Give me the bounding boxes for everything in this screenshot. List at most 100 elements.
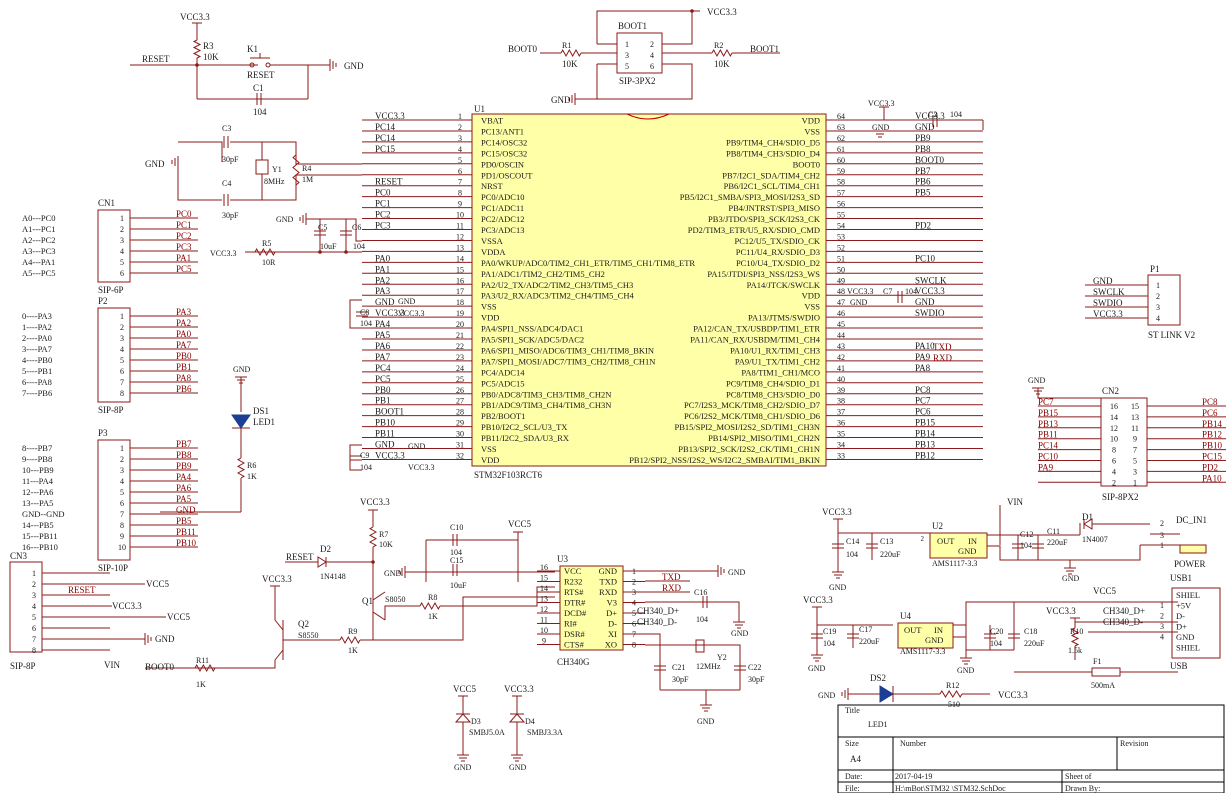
gnd-label: GND <box>145 159 165 169</box>
gnd-label: GND <box>454 763 472 772</box>
mcu-pin-name: PC11/U4_RX/SDIO_D3 <box>736 247 820 257</box>
p2-pin-alias: 3----PA7 <box>22 344 52 354</box>
c3-ref: C3 <box>222 124 231 133</box>
mcu-net-label: PB12 <box>915 450 935 460</box>
mcu-pin-name: PA1/ADC1/TIM2_CH2/TIM5_CH2 <box>481 269 605 279</box>
number-label: Number <box>900 739 927 748</box>
c15-ref: C15 <box>450 556 463 565</box>
r11-ref: R11 <box>196 656 209 665</box>
p3-package: SIP-10P <box>98 563 128 573</box>
p2-net-label: PB1 <box>176 362 192 372</box>
mcu-pin-name: PB8/TIM4_CH3/SDIO_D4 <box>726 148 821 158</box>
p3-pin-number: 8 <box>120 521 124 530</box>
dc-jack <box>1179 544 1207 554</box>
gnd-label: GND <box>1062 574 1080 583</box>
ch340-pin-number: 15 <box>540 574 548 583</box>
ch340-rxd-label: RXD <box>662 583 682 593</box>
gnd-label: GND <box>398 297 416 306</box>
cn2-pin-number: 2 <box>1112 478 1116 487</box>
cn2-net-label: PA9 <box>1038 462 1054 472</box>
mcu-pin-number: 62 <box>837 134 845 143</box>
d4-ref: D4 <box>525 717 535 726</box>
p3-pin-number: 3 <box>120 466 124 475</box>
p1-package: ST LINK V2 <box>1148 330 1195 340</box>
wire <box>987 534 1001 545</box>
k1-ref: K1 <box>247 44 258 54</box>
p2-pin-number: 3 <box>120 334 124 343</box>
mcu-net-label: GND <box>375 297 395 307</box>
mcu-pin-number: 7 <box>458 178 462 187</box>
c5-value: 10uF <box>320 242 337 251</box>
vcc-label: VCC3.3 <box>262 574 292 584</box>
size-label: Size <box>845 739 859 748</box>
cn2-pin-number: 3 <box>1133 467 1137 476</box>
mcu-net-label: PB9 <box>915 133 931 143</box>
boot1-pin: 3 <box>625 51 629 60</box>
gnd-label: GND <box>509 763 527 772</box>
mcu-net-label: PC3 <box>375 221 391 231</box>
p2-ref: P2 <box>98 296 108 306</box>
u2-pin-in: IN <box>968 536 977 546</box>
p1-pin-number: 2 <box>1156 292 1160 301</box>
mcu-pin-name: PA8/TIM1_CH1/MCO <box>741 367 820 377</box>
r6-value: 1K <box>247 472 257 481</box>
p1-pin-number: 1 <box>1156 281 1160 290</box>
cn3-pin-number: 8 <box>32 646 36 655</box>
r7-ref: R7 <box>379 530 388 539</box>
p3-pin-number: 9 <box>120 532 124 541</box>
cn2-pin-number: 4 <box>1112 467 1116 476</box>
c11-value: 220uF <box>1047 538 1068 547</box>
wire <box>384 605 420 620</box>
c8-ref: C8 <box>360 308 369 317</box>
p1-net-label: SWDIO <box>1093 298 1123 308</box>
cn2-pin-number: 1 <box>1133 478 1137 487</box>
ch340-pin-name: TXD <box>600 577 617 587</box>
wire <box>177 162 222 201</box>
p2-pin-alias: 2----PA0 <box>22 333 52 343</box>
cn1-pin-number: 3 <box>120 236 124 245</box>
ch340-pin-name: V3 <box>607 598 617 608</box>
mcu-pin-name: PC1/ADC11 <box>481 203 524 213</box>
mcu-pin-name: VSS <box>804 302 820 312</box>
k1-label: RESET <box>247 70 275 80</box>
vcc5-label: VCC5 <box>453 684 477 694</box>
mcu-net-label: GND <box>915 122 935 132</box>
mcu-pin-name: PC2/ADC12 <box>481 214 524 224</box>
cn3-net-label: VIN <box>104 660 120 670</box>
y2-ref: Y2 <box>717 653 727 662</box>
ds1-ref: DS1 <box>253 406 269 416</box>
p3-net-label: PB7 <box>176 439 192 449</box>
junction-dot <box>371 560 375 564</box>
c14-value: 104 <box>846 550 858 559</box>
c16-value: 104 <box>696 615 708 624</box>
c12-value: 104 <box>1020 541 1032 550</box>
p1-pin-number: 4 <box>1156 314 1160 323</box>
mcu-pin-number: 2 <box>458 123 462 132</box>
ch340-pin-number: 10 <box>540 626 548 635</box>
mcu-pin-number: 11 <box>456 222 464 231</box>
mcu-pin-name: PA4/SPI1_NSS/ADC4/DAC1 <box>481 324 583 334</box>
c21-value: 30pF <box>672 675 689 684</box>
p3-pin-number: 6 <box>120 499 124 508</box>
c21-ref: C21 <box>672 663 685 672</box>
gnd-label: GND <box>829 583 847 592</box>
cn2-net-label: PB13 <box>1038 419 1059 429</box>
schematic-canvas: U1STM32F103RCT61 VBATVCC3.32 PC13/ANT1PC14… <box>9 7 1226 793</box>
mcu-pin-name: PB10/I2C2_SCL/U3_TX <box>481 422 567 432</box>
mcu-pin-name: PC5/ADC15 <box>481 378 524 388</box>
p2-net-label: PB0 <box>176 351 192 361</box>
p3-pin-alias: 12---PA6 <box>22 487 53 497</box>
p2-net-label: PA8 <box>176 373 192 383</box>
cn1-net-label: PC1 <box>176 220 192 230</box>
ch340-pin-name: GND <box>599 566 617 576</box>
c22-value: 30pF <box>748 675 765 684</box>
mcu-net-label: PB10 <box>375 418 396 428</box>
mcu-pin-number: 56 <box>837 200 845 209</box>
mcu-pin-number: 24 <box>456 364 464 373</box>
p2-pin-number: 8 <box>120 389 124 398</box>
cn2-pin-number: 9 <box>1133 435 1137 444</box>
cn2-net-label: PC6 <box>1202 408 1218 418</box>
mcu-pin-name: PB0/ADC8/TIM3_CH3/TIM8_CH2N <box>481 389 611 399</box>
r2-resistor <box>711 48 733 58</box>
mcu-pin-name: PB11/I2C2_SDA/U3_RX <box>481 433 569 443</box>
